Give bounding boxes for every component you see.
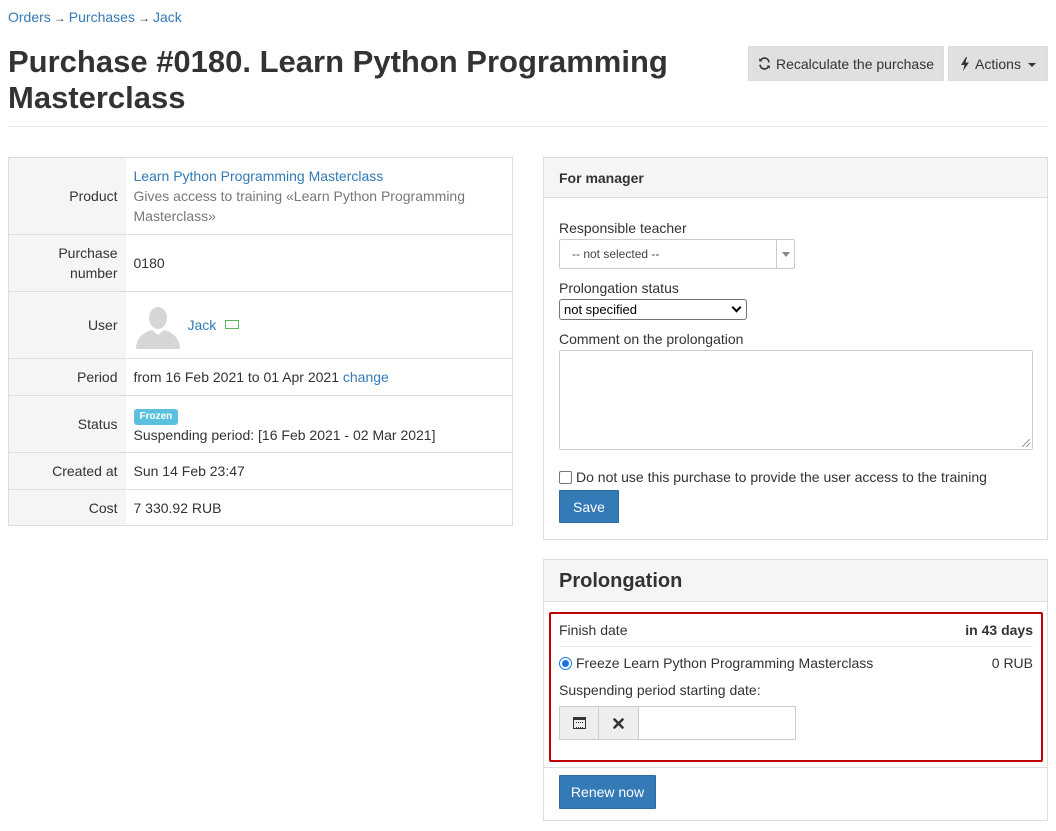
page-title: Purchase #0180. Learn Python Programming… xyxy=(8,44,668,115)
purchase-number-value: 0180 xyxy=(125,234,513,292)
no-access-checkbox-label: Do not use this purchase to provide the … xyxy=(576,469,987,485)
period-cell: from 16 Feb 2021 to 01 Apr 2021 change xyxy=(125,358,513,396)
breadcrumb-orders[interactable]: Orders xyxy=(8,9,51,25)
recalculate-button[interactable]: Recalculate the purchase xyxy=(748,46,944,81)
no-access-checkbox[interactable] xyxy=(559,470,572,484)
user-cell: Jack xyxy=(125,291,513,359)
product-cell: Learn Python Programming Masterclass Giv… xyxy=(125,157,513,235)
user-link[interactable]: Jack xyxy=(188,315,217,335)
product-description: Gives access to training «Learn Python P… xyxy=(133,188,466,224)
freeze-radio-option[interactable]: Freeze Learn Python Programming Mastercl… xyxy=(559,655,873,671)
save-button[interactable]: Save xyxy=(559,490,619,523)
teacher-select-value: -- not selected -- xyxy=(572,247,660,261)
breadcrumb-separator: → xyxy=(53,11,66,25)
bolt-icon xyxy=(961,56,970,71)
panel-footer-divider xyxy=(544,767,1047,768)
status-detail: Suspending period: [16 Feb 2021 - 02 Mar… xyxy=(133,426,436,443)
finish-date-row: Finish date in 43 days xyxy=(559,622,1033,638)
prolongation-status-label: Prolongation status xyxy=(559,280,679,296)
breadcrumb-separator: → xyxy=(137,11,150,25)
freeze-radio[interactable] xyxy=(559,656,572,670)
clear-date-button[interactable] xyxy=(599,706,639,740)
suspend-date-input[interactable] xyxy=(639,706,796,740)
finish-date-value: in 43 days xyxy=(965,622,1033,638)
period-change-link[interactable]: change xyxy=(343,369,389,385)
title-divider xyxy=(8,126,1048,127)
caret-down-icon xyxy=(1027,62,1036,67)
table-row: Cost 7 330.92 RUB xyxy=(8,489,513,526)
email-icon[interactable] xyxy=(225,319,240,329)
freeze-option-label: Freeze Learn Python Programming Mastercl… xyxy=(576,655,874,671)
avatar[interactable] xyxy=(133,301,182,349)
manager-panel: For manager Responsible teacher -- not s… xyxy=(543,157,1048,540)
period-label: Period xyxy=(8,358,126,396)
teacher-select[interactable]: -- not selected -- xyxy=(559,239,795,269)
created-label: Created at xyxy=(8,452,126,490)
teacher-label: Responsible teacher xyxy=(559,220,687,236)
status-label: Status xyxy=(8,395,126,453)
breadcrumb-purchases[interactable]: Purchases xyxy=(69,9,135,25)
finish-date-label: Finish date xyxy=(559,622,628,638)
comment-textarea[interactable] xyxy=(559,350,1033,450)
breadcrumb-user[interactable]: Jack xyxy=(153,9,182,25)
suspend-start-label: Suspending period starting date: xyxy=(559,682,761,698)
freeze-option-row: Freeze Learn Python Programming Mastercl… xyxy=(559,655,1033,671)
divider xyxy=(559,646,1033,647)
chevron-down-icon xyxy=(731,302,742,313)
cost-label: Cost xyxy=(8,489,126,526)
product-label: Product xyxy=(8,157,126,235)
comment-label: Comment on the prolongation xyxy=(559,331,744,347)
table-row: Created at Sun 14 Feb 23:47 xyxy=(8,452,513,490)
chevron-down-icon xyxy=(776,240,794,268)
table-row: Status Frozen Suspending period: [16 Feb… xyxy=(8,395,513,453)
prolongation-status-select[interactable]: not specified xyxy=(559,299,747,320)
recalculate-label: Recalculate the purchase xyxy=(776,55,934,72)
actions-dropdown-button[interactable]: Actions xyxy=(948,46,1048,81)
table-row: Product Learn Python Programming Masterc… xyxy=(8,157,513,235)
product-link[interactable]: Learn Python Programming Masterclass xyxy=(134,168,384,184)
purchase-number-label: Purchase number xyxy=(8,234,126,292)
table-row: Purchase number 0180 xyxy=(8,234,513,292)
status-badge: Frozen xyxy=(133,408,179,425)
cost-value: 7 330.92 RUB xyxy=(125,489,513,526)
no-access-checkbox-row[interactable]: Do not use this purchase to provide the … xyxy=(559,469,987,485)
created-value: Sun 14 Feb 23:47 xyxy=(125,452,513,490)
table-row: User Jack xyxy=(8,291,513,359)
user-label: User xyxy=(8,291,126,359)
calendar-button[interactable] xyxy=(559,706,599,740)
purchase-info-table: Product Learn Python Programming Masterc… xyxy=(8,157,513,526)
breadcrumb: Orders → Purchases → Jack xyxy=(8,8,182,27)
resize-grip-icon[interactable] xyxy=(1022,439,1030,447)
renew-now-button[interactable]: Renew now xyxy=(559,775,656,809)
manager-panel-heading: For manager xyxy=(544,158,1047,198)
table-row: Period from 16 Feb 2021 to 01 Apr 2021 c… xyxy=(8,358,513,396)
suspend-date-picker xyxy=(559,706,796,740)
freeze-option-price: 0 RUB xyxy=(991,655,1033,671)
period-value: from 16 Feb 2021 to 01 Apr 2021 xyxy=(133,369,339,385)
refresh-icon xyxy=(759,57,770,70)
calendar-icon xyxy=(572,717,586,729)
prolongation-status-value: not specified xyxy=(564,302,637,317)
status-cell: Frozen Suspending period: [16 Feb 2021 -… xyxy=(125,395,513,453)
close-icon xyxy=(613,717,624,729)
prolongation-panel-heading: Prolongation xyxy=(544,560,1047,602)
actions-label: Actions xyxy=(975,55,1021,72)
prolongation-panel: Prolongation Finish date in 43 days Free… xyxy=(543,559,1048,821)
